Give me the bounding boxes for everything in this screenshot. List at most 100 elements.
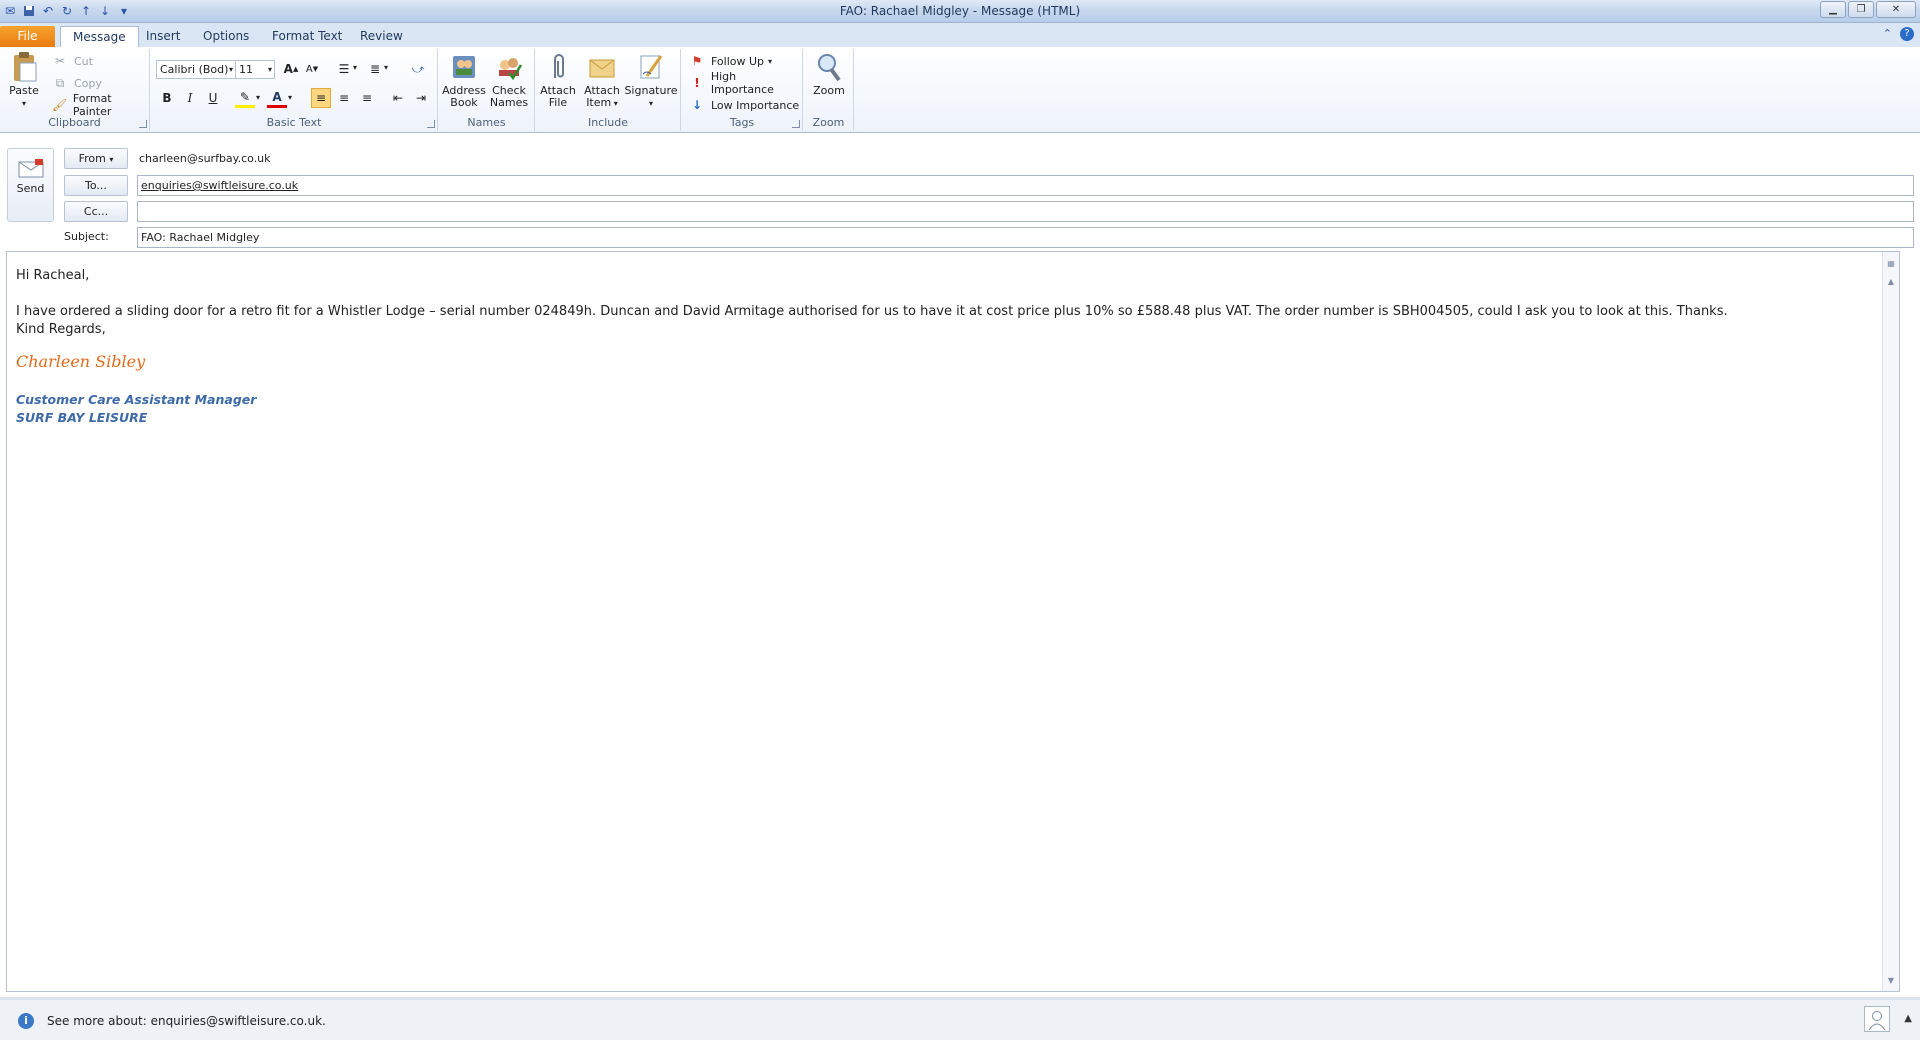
body-paragraph: I have ordered a sliding door for a retr… — [16, 304, 1728, 319]
message-body[interactable]: Hi Racheal, I have ordered a sliding doo… — [6, 251, 1900, 992]
message-header: Send From ▾ charleen@surfbay.co.uk To...… — [0, 134, 1920, 250]
low-importance-button[interactable]: ↓ Low Importance — [687, 96, 799, 114]
vertical-scrollbar[interactable]: ▦ ▲ ▼ — [1882, 252, 1899, 991]
address-book-icon — [449, 51, 479, 83]
to-field[interactable]: enquiries@swiftleisure.co.uk — [137, 175, 1914, 196]
names-group: Address Book Check Names Names — [439, 49, 535, 131]
increase-indent-icon[interactable]: ⇥ — [411, 88, 431, 108]
signature-icon — [636, 51, 666, 83]
cc-field[interactable] — [137, 201, 1914, 222]
include-group-label: Include — [587, 116, 629, 129]
copy-button[interactable]: ⧉ Copy — [50, 74, 102, 92]
bullets-icon[interactable]: ☰ — [334, 59, 354, 79]
numbering-dropdown-icon[interactable]: ▾ — [384, 63, 388, 72]
tab-file[interactable]: File — [0, 26, 55, 47]
people-info-text[interactable]: See more about: enquiries@swiftleisure.c… — [47, 1014, 326, 1028]
clipboard-group-label: Clipboard — [48, 116, 101, 129]
address-book-button[interactable]: Address Book — [442, 51, 486, 109]
scroll-up-icon[interactable]: ▲ — [1883, 274, 1899, 290]
tab-options[interactable]: Options — [191, 26, 261, 47]
paperclip-icon — [543, 51, 573, 83]
subject-label: Subject: — [64, 230, 109, 243]
highlight-icon[interactable]: ✎ — [235, 88, 255, 108]
attach-item-button[interactable]: Attach Item ▾ — [580, 51, 624, 110]
to-button[interactable]: To... — [64, 175, 128, 196]
flag-icon: ⚑ — [691, 54, 703, 68]
restore-button[interactable]: ❐ — [1848, 1, 1874, 18]
numbering-icon[interactable]: ≣ — [365, 59, 385, 79]
expand-people-pane-icon[interactable]: ▲ — [1904, 1013, 1912, 1024]
magnifier-icon — [814, 51, 844, 83]
from-value: charleen@surfbay.co.uk — [139, 152, 271, 165]
zoom-group: Zoom Zoom — [804, 49, 854, 131]
to-recipient[interactable]: enquiries@swiftleisure.co.uk — [141, 179, 298, 192]
basic-text-group-label: Basic Text — [266, 116, 322, 129]
font-size-select[interactable]: 11 ▾ — [235, 60, 275, 79]
cc-button[interactable]: Cc... — [64, 201, 128, 222]
paintbrush-icon: 🖌 — [51, 98, 68, 112]
align-center-icon[interactable]: ≡ — [334, 88, 354, 108]
scissors-icon: ✂ — [54, 54, 66, 68]
underline-icon[interactable]: U — [203, 88, 223, 108]
paste-icon — [9, 51, 39, 83]
greeting: Hi Racheal, — [16, 268, 90, 283]
window-controls: ▁ ❐ ✕ — [1820, 1, 1916, 18]
bullets-dropdown-icon[interactable]: ▾ — [353, 63, 357, 72]
ribbon: Paste ▾ ✂ Cut ⧉ Copy 🖌 Format Painter Clipbo… — [0, 47, 1920, 133]
envelope-attach-icon — [587, 51, 617, 83]
tags-group: ⚑ Follow Up ▾ ! High Importance ↓ Low Import… — [682, 49, 803, 131]
zoom-button[interactable]: Zoom — [807, 51, 851, 97]
high-importance-button[interactable]: ! High Importance — [687, 70, 802, 96]
ruler-toggle-icon[interactable]: ▦ — [1883, 256, 1899, 272]
close-button[interactable]: ✕ — [1876, 1, 1916, 18]
cut-button[interactable]: ✂ Cut — [50, 52, 93, 70]
people-pane: i See more about: enquiries@swiftleisure… — [0, 997, 1920, 1040]
tab-review[interactable]: Review — [348, 26, 415, 47]
bold-icon[interactable]: B — [157, 88, 177, 108]
person-icon[interactable] — [1864, 1006, 1890, 1032]
tab-message[interactable]: Message — [60, 26, 139, 47]
signature-name: Charleen Sibley — [16, 352, 146, 371]
minimize-ribbon-icon[interactable]: ⌃ — [1883, 27, 1892, 41]
font-name-select[interactable]: Calibri (Bod) ▾ — [156, 60, 236, 79]
scroll-down-icon[interactable]: ▼ — [1883, 973, 1899, 989]
highlight-dropdown-icon[interactable]: ▾ — [256, 93, 260, 102]
tags-dialog-launcher[interactable] — [792, 120, 800, 128]
clipboard-dialog-launcher[interactable] — [139, 120, 147, 128]
attach-file-button[interactable]: Attach File — [538, 51, 578, 109]
send-button[interactable]: Send — [7, 148, 54, 222]
align-left-icon[interactable]: ≡ — [311, 88, 331, 108]
paste-button[interactable]: Paste ▾ — [6, 51, 42, 110]
minimize-button[interactable]: ▁ — [1820, 1, 1846, 18]
decrease-indent-icon[interactable]: ⇤ — [388, 88, 408, 108]
tags-group-label: Tags — [729, 116, 755, 129]
italic-icon[interactable]: I — [180, 88, 200, 108]
shrink-font-icon[interactable]: A ▼ — [302, 59, 322, 79]
clipboard-group: Paste ▾ ✂ Cut ⧉ Copy 🖌 Format Painter Clipbo… — [0, 49, 150, 131]
font-color-dropdown-icon[interactable]: ▾ — [288, 93, 292, 102]
basic-text-dialog-launcher[interactable] — [427, 120, 435, 128]
signature-button[interactable]: Signature ▾ — [624, 51, 678, 110]
clear-formatting-icon[interactable]: ⤻ — [408, 59, 428, 79]
from-button[interactable]: From ▾ — [64, 148, 128, 169]
tab-format-text[interactable]: Format Text — [260, 26, 354, 47]
basic-text-group: Calibri (Bod) ▾ 11 ▾ A ▲ A ▼ ☰ ▾ ≣ ▾ ⤻ B I U… — [151, 49, 438, 131]
closing: Kind Regards, — [16, 322, 106, 337]
info-icon: i — [18, 1013, 34, 1029]
grow-font-icon[interactable]: A ▲ — [281, 59, 301, 79]
check-names-button[interactable]: Check Names — [487, 51, 531, 109]
names-group-label: Names — [467, 116, 506, 129]
follow-up-button[interactable]: ⚑ Follow Up ▾ — [687, 52, 772, 70]
copy-icon: ⧉ — [55, 75, 65, 90]
help-icon[interactable]: ? — [1900, 27, 1914, 41]
signature-title: Customer Care Assistant Manager — [16, 392, 257, 407]
subject-field[interactable]: FAO: Rachael Midgley — [137, 227, 1914, 248]
include-group: Attach File Attach Item ▾ Signature ▾ Inclu… — [536, 49, 681, 131]
tab-insert[interactable]: Insert — [134, 26, 192, 47]
align-right-icon[interactable]: ≡ — [357, 88, 377, 108]
font-color-icon[interactable]: A — [267, 88, 287, 108]
signature-company: SURF BAY LEISURE — [16, 410, 148, 425]
send-envelope-icon — [17, 159, 45, 179]
window-title: FAO: Rachael Midgley - Message (HTML) — [839, 4, 1081, 18]
format-painter-button[interactable]: 🖌 Format Painter — [50, 92, 149, 118]
